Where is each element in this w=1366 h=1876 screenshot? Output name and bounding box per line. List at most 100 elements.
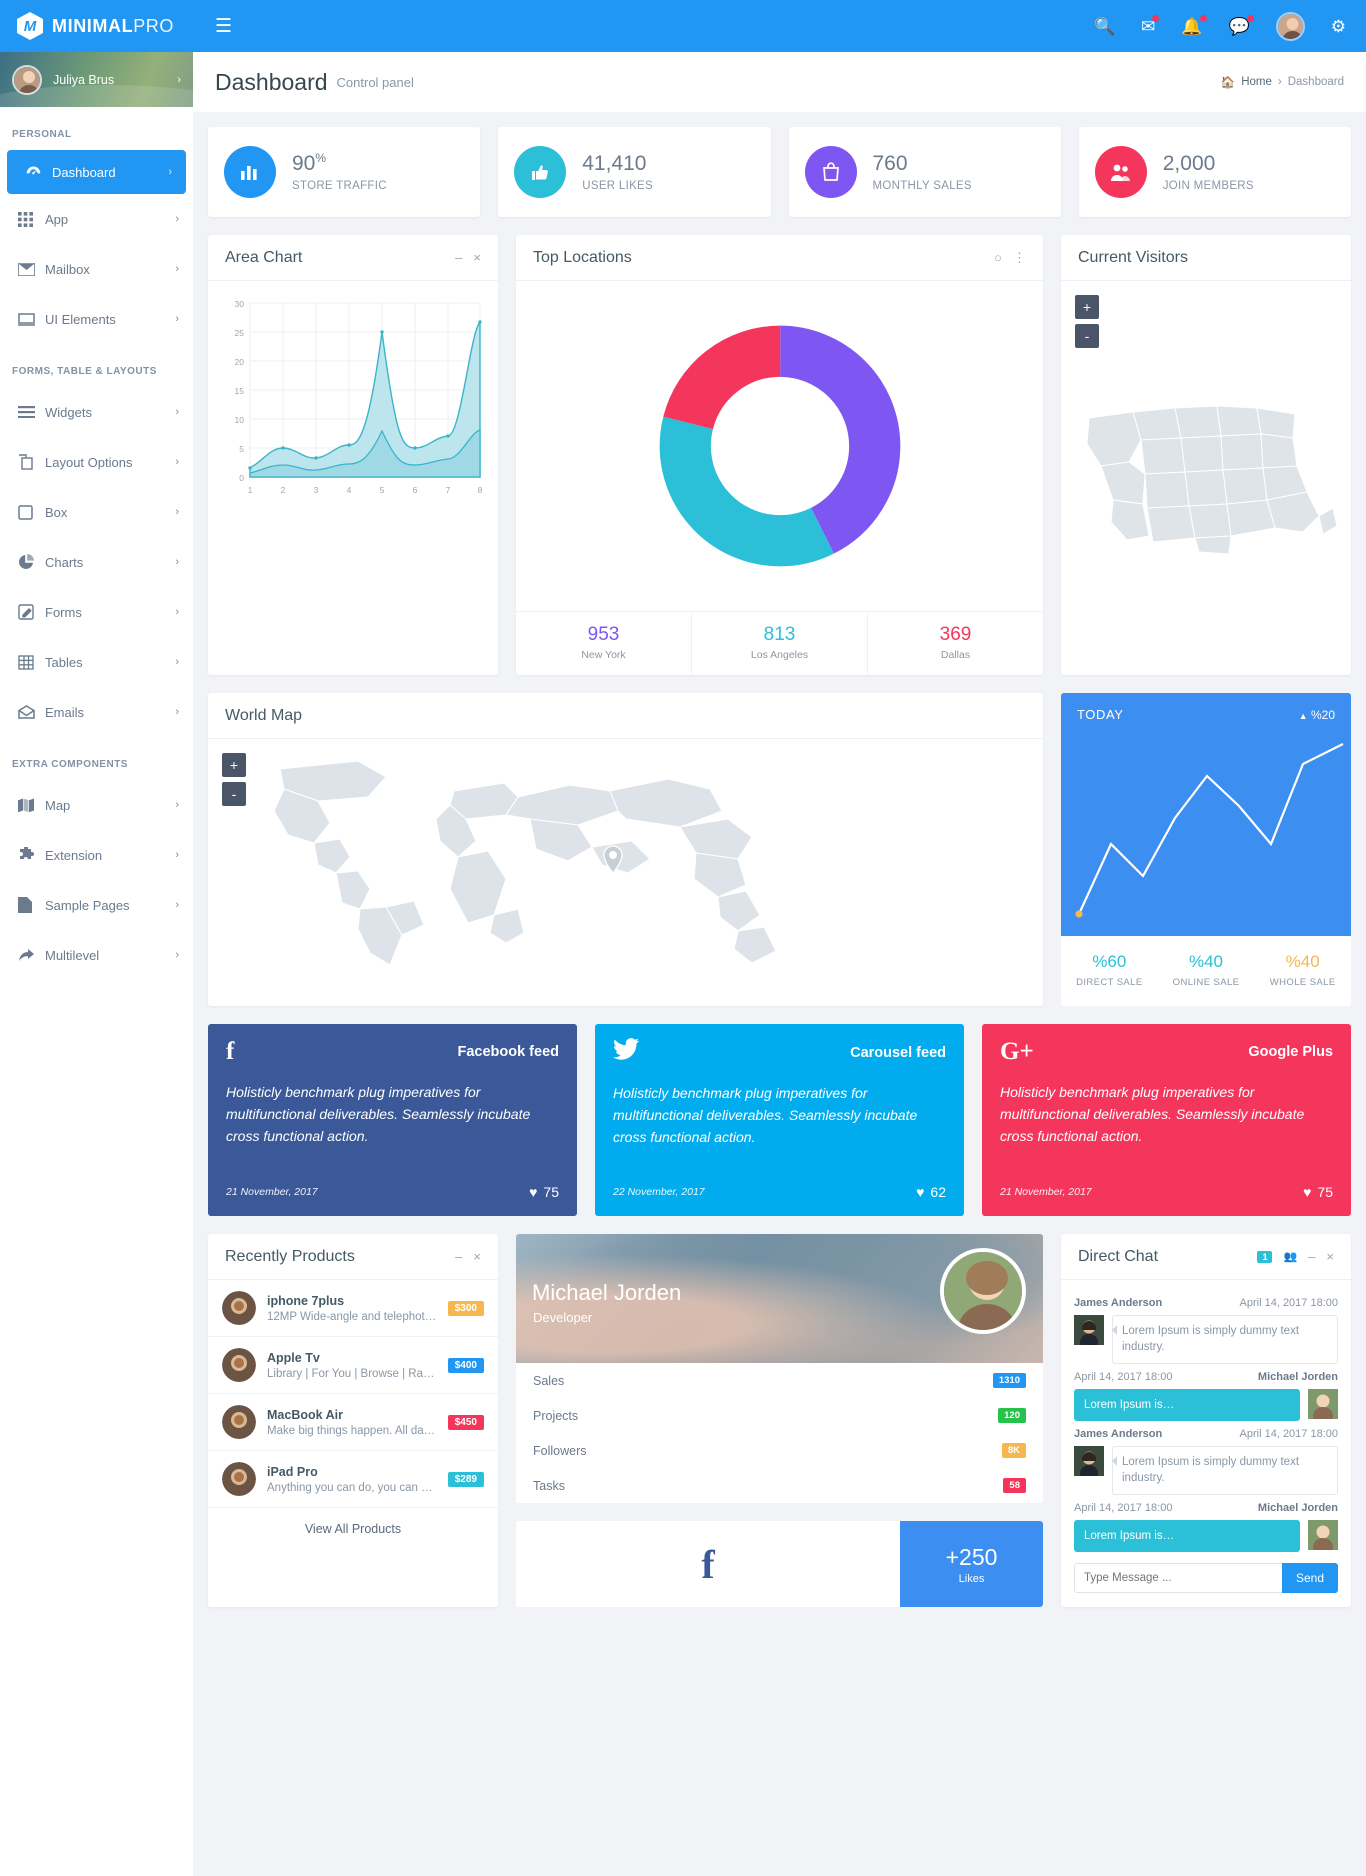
envelope-icon xyxy=(18,262,45,276)
sidebar-item-label: Multilevel xyxy=(45,947,100,963)
stat-value: 2,000 xyxy=(1163,152,1254,175)
stat-card-user-likes[interactable]: 41,410 USER LIKES xyxy=(498,127,771,217)
profile-avatar xyxy=(940,1248,1026,1334)
sidebar-item-sample-pages[interactable]: Sample Pages › xyxy=(0,880,193,930)
sidebar-user-panel[interactable]: Juliya Brus › xyxy=(0,52,193,107)
stat-cards-row: 90% STORE TRAFFIC 41,410 USER LIKES 760 … xyxy=(208,127,1351,217)
sidebar-item-multilevel[interactable]: Multilevel › xyxy=(0,930,193,980)
today-percent-value: %20 xyxy=(1310,707,1335,722)
stat-card-monthly-sales[interactable]: 760 MONTHLY SALES xyxy=(788,127,1061,217)
avatar[interactable] xyxy=(1275,11,1305,41)
world-map-body[interactable]: + - xyxy=(208,739,1043,991)
chat-icon[interactable]: 💬 xyxy=(1229,14,1254,35)
usa-map-zoom-out-button[interactable]: - xyxy=(1075,324,1099,348)
sidebar-item-dashboard[interactable]: Dashboard › xyxy=(7,150,186,194)
bell-icon[interactable]: 🔔 xyxy=(1181,14,1207,35)
profile-stat-projects: Projects 120 xyxy=(516,1398,1043,1433)
chevron-right-icon: › xyxy=(175,799,179,811)
contacts-icon[interactable]: 👥 xyxy=(1283,1250,1297,1263)
gear-icon[interactable]: ⚙ xyxy=(1331,18,1346,35)
sidebar-item-ui-elements[interactable]: UI Elements › xyxy=(0,294,193,344)
sidebar-item-label: App xyxy=(45,211,69,227)
minimize-icon[interactable]: – xyxy=(455,1249,462,1264)
chat-send-button[interactable]: Send xyxy=(1282,1562,1338,1593)
sidebar-section-extra: EXTRA COMPONENTS xyxy=(12,759,128,770)
stat-card-store-traffic[interactable]: 90% STORE TRAFFIC xyxy=(208,127,481,217)
brand-text: MINIMALPRO xyxy=(52,16,174,37)
chevron-right-icon: › xyxy=(175,606,179,618)
chat-badge-dot xyxy=(1246,14,1254,22)
chat-bubble: Lorem Ipsum is simply dummy text industr… xyxy=(1112,1315,1338,1364)
sidebar-item-tables[interactable]: Tables › xyxy=(0,637,193,687)
product-list-item[interactable]: MacBook Air Make big things happen. All … xyxy=(208,1394,498,1451)
svg-text:8: 8 xyxy=(478,485,483,495)
sidebar-item-label: Forms xyxy=(45,604,82,620)
direct-chat-panel: Direct Chat 1 👥 – × James Anderson April… xyxy=(1061,1234,1351,1607)
feed-date: 22 November, 2017 xyxy=(613,1186,705,1198)
sidebar-item-extension[interactable]: Extension › xyxy=(0,830,193,880)
sale-stat-online: %40 ONLINE SALE xyxy=(1158,936,1255,1006)
feed-likes[interactable]: ♥ 75 xyxy=(1303,1184,1333,1200)
search-icon[interactable]: 🔍 xyxy=(1094,18,1115,35)
stat-label: JOIN MEMBERS xyxy=(1162,179,1254,192)
sidebar-item-mailbox[interactable]: Mailbox › xyxy=(0,244,193,294)
puzzle-icon xyxy=(18,847,45,863)
location-label: Dallas xyxy=(940,649,971,661)
product-price-badge: $300 xyxy=(447,1300,484,1316)
share-icon xyxy=(18,948,45,962)
today-line-chart-svg xyxy=(1075,743,1344,918)
menu-toggle-icon[interactable]: ☰ xyxy=(215,17,232,36)
stat-card-join-members[interactable]: 2,000 JOIN MEMBERS xyxy=(1078,127,1351,217)
sidebar-item-layout-options[interactable]: Layout Options › xyxy=(0,437,193,487)
sidebar-item-charts[interactable]: Charts › xyxy=(0,537,193,587)
location-label: New York xyxy=(581,649,626,661)
facebook-likes-count-box[interactable]: +250 Likes xyxy=(900,1521,1043,1607)
kebab-menu-icon[interactable]: ⋮ xyxy=(1013,250,1026,266)
product-name: iphone 7plus xyxy=(267,1293,345,1308)
chat-timestamp: April 14, 2017 18:00 xyxy=(1074,1370,1173,1383)
product-list-item[interactable]: iphone 7plus 12MP Wide-angle and telepho… xyxy=(208,1280,498,1337)
product-name: MacBook Air xyxy=(267,1407,343,1422)
product-list-item[interactable]: Apple Tv Library | For You | Browse | Ra… xyxy=(208,1337,498,1394)
mail-icon[interactable]: ✉ xyxy=(1141,14,1160,35)
sidebar-item-widgets[interactable]: Widgets › xyxy=(0,387,193,437)
usa-map-zoom-in-button[interactable]: + xyxy=(1075,295,1099,319)
heart-icon: ♥ xyxy=(1303,1184,1312,1200)
breadcrumb-home[interactable]: Home xyxy=(1241,76,1272,88)
feed-likes[interactable]: ♥ 62 xyxy=(916,1184,946,1200)
usa-map-body[interactable]: + - xyxy=(1061,281,1351,631)
sidebar-item-label: Sample Pages xyxy=(45,897,130,913)
profile-stat-label: Tasks xyxy=(533,1478,565,1493)
facebook-likes-label: Likes xyxy=(958,1572,985,1585)
area-series-upper xyxy=(249,320,481,478)
users-icon xyxy=(1094,146,1147,198)
sale-value: %60 xyxy=(1092,952,1127,971)
sidebar-item-app[interactable]: App › xyxy=(0,194,193,244)
chat-message-input[interactable] xyxy=(1074,1562,1282,1593)
svg-text:25: 25 xyxy=(235,328,245,338)
close-icon[interactable]: × xyxy=(473,1249,481,1264)
sidebar-item-box[interactable]: Box › xyxy=(0,487,193,537)
circle-icon[interactable]: ○ xyxy=(994,250,1002,265)
minimize-icon[interactable]: – xyxy=(1308,1249,1315,1264)
minimize-icon[interactable]: – xyxy=(455,250,462,265)
sidebar-item-emails[interactable]: Emails › xyxy=(0,687,193,737)
sidebar-item-forms[interactable]: Forms › xyxy=(0,587,193,637)
unread-badge: 1 xyxy=(1257,1250,1273,1263)
panel-tools: – × xyxy=(455,250,481,265)
sidebar-item-map[interactable]: Map › xyxy=(0,780,193,830)
current-visitors-header: Current Visitors xyxy=(1061,235,1351,281)
product-list-item[interactable]: iPad Pro Anything you can do, you can do… xyxy=(208,1451,498,1508)
view-all-products-link[interactable]: View All Products xyxy=(208,1508,498,1550)
stat-number: 2,000 xyxy=(1162,152,1216,176)
today-panel: TODAY ▲ %20 %60 DIRECT SALE %40 ONLINE S… xyxy=(1061,693,1351,1006)
product-desc: Library | For You | Browse | Radio xyxy=(267,1367,437,1380)
worldmap-today-row: World Map + - TODAY ▲ %20 %60 DIRECT SAL… xyxy=(208,693,1351,1006)
close-icon[interactable]: × xyxy=(473,250,481,265)
today-line-series xyxy=(1077,743,1344,915)
content-wrapper: 90% STORE TRAFFIC 41,410 USER LIKES 760 … xyxy=(193,112,1366,1622)
feed-likes[interactable]: ♥ 75 xyxy=(529,1184,559,1200)
brand-logo-area[interactable]: M MINIMALPRO xyxy=(0,0,193,52)
close-icon[interactable]: × xyxy=(1326,1249,1334,1264)
breadcrumb-current: Dashboard xyxy=(1287,76,1344,88)
